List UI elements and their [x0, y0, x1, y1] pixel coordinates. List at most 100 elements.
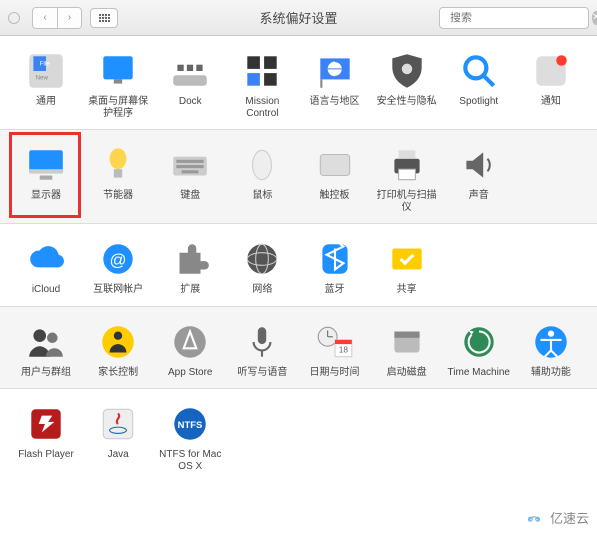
pref-general[interactable]: FileNew通用: [10, 50, 82, 119]
pref-accessibility[interactable]: 辅助功能: [515, 321, 587, 379]
ntfs-icon: NTFS: [169, 403, 211, 445]
pref-label: iCloud: [32, 284, 60, 296]
pref-label: 辅助功能: [531, 367, 571, 379]
preferences-window: ‹ › 系统偏好设置 ✕ FileNew通用桌面与屏幕保护程序DockMissi…: [0, 0, 597, 482]
datetime-icon: 18: [314, 321, 356, 363]
pref-label: 声音: [469, 190, 489, 202]
search-field[interactable]: ✕: [439, 7, 589, 29]
pref-language[interactable]: 语言与地区: [299, 50, 371, 119]
watermark-icon: [522, 510, 546, 526]
mouse-icon: [241, 144, 283, 186]
sharing-icon: [386, 238, 428, 280]
spotlight-icon: [458, 50, 500, 92]
sound-icon: [458, 144, 500, 186]
pref-label: 蓝牙: [325, 284, 345, 296]
pref-network[interactable]: 网络: [226, 238, 298, 296]
pref-label: 桌面与屏幕保护程序: [84, 96, 152, 119]
pref-label: 节能器: [103, 190, 133, 202]
search-input[interactable]: [450, 12, 592, 24]
pref-label: 扩展: [180, 284, 200, 296]
pref-label: 安全性与隐私: [377, 96, 437, 108]
pref-label: 网络: [252, 284, 272, 296]
accessibility-icon: [530, 321, 572, 363]
chevron-left-icon: ‹: [43, 12, 46, 23]
pref-label: NTFS for Mac OS X: [156, 449, 224, 472]
pref-mission[interactable]: Mission Control: [226, 50, 298, 119]
back-button[interactable]: ‹: [33, 8, 57, 28]
pref-security[interactable]: 安全性与隐私: [371, 50, 443, 119]
pref-notifications[interactable]: 通知: [515, 50, 587, 119]
pref-row-0: FileNew通用桌面与屏幕保护程序DockMission Control语言与…: [0, 36, 597, 129]
pref-ntfs[interactable]: NTFS NTFS for Mac OS X: [154, 403, 226, 472]
pref-label: Spotlight: [459, 96, 498, 108]
pref-label: 启动磁盘: [387, 367, 427, 379]
dock-icon: [169, 50, 211, 92]
keyboard-icon: [169, 144, 211, 186]
close-window-icon[interactable]: [8, 12, 20, 24]
startup-icon: [386, 321, 428, 363]
watermark-text: 亿速云: [550, 508, 589, 527]
nav-buttons: ‹ ›: [32, 7, 82, 29]
pref-desktop[interactable]: 桌面与屏幕保护程序: [82, 50, 154, 119]
pref-startup[interactable]: 启动磁盘: [371, 321, 443, 379]
pref-dictation[interactable]: 听写与语音: [226, 321, 298, 379]
pref-label: Java: [108, 449, 129, 461]
watermark: 亿速云: [522, 508, 589, 527]
pref-label: 打印机与扫描仪: [373, 190, 441, 213]
pref-java[interactable]: Java: [82, 403, 154, 472]
titlebar: ‹ › 系统偏好设置 ✕: [0, 0, 597, 36]
pref-icloud[interactable]: iCloud: [10, 238, 82, 296]
pref-row-1: 显示器节能器键盘鼠标触控板打印机与扫描仪声音: [0, 129, 597, 224]
pref-label: Mission Control: [228, 96, 296, 119]
pref-label: 语言与地区: [310, 96, 360, 108]
pref-internet[interactable]: @互联网帐户: [82, 238, 154, 296]
pref-row-3: 用户与群组家长控制 App Store 听写与语音 18 日期与时间 启动磁盘 Time M…: [0, 306, 597, 390]
network-icon: [241, 238, 283, 280]
svg-text:18: 18: [338, 344, 348, 354]
pref-datetime[interactable]: 18 日期与时间: [299, 321, 371, 379]
pref-label: 键盘: [180, 190, 200, 202]
pref-label: 通知: [541, 96, 561, 108]
forward-button[interactable]: ›: [57, 8, 81, 28]
pref-users[interactable]: 用户与群组: [10, 321, 82, 379]
clear-search-icon[interactable]: ✕: [592, 11, 597, 25]
pref-label: Flash Player: [18, 449, 74, 461]
svg-text:NTFS: NTFS: [178, 420, 203, 431]
printers-icon: [386, 144, 428, 186]
pref-label: App Store: [168, 367, 212, 379]
pref-sound[interactable]: 声音: [443, 144, 515, 213]
dictation-icon: [241, 321, 283, 363]
pref-dock[interactable]: Dock: [154, 50, 226, 119]
pref-row-2: iCloud @互联网帐户扩展 网络 蓝牙 共享: [0, 224, 597, 306]
pref-label: Time Machine: [448, 367, 510, 379]
pref-trackpad[interactable]: 触控板: [299, 144, 371, 213]
svg-text:New: New: [36, 74, 49, 81]
trackpad-icon: [314, 144, 356, 186]
pref-energy[interactable]: 节能器: [82, 144, 154, 213]
mission-icon: [241, 50, 283, 92]
pref-mouse[interactable]: 鼠标: [226, 144, 298, 213]
notifications-icon: [530, 50, 572, 92]
pref-bluetooth[interactable]: 蓝牙: [299, 238, 371, 296]
pref-label: 通用: [36, 96, 56, 108]
icloud-icon: [25, 238, 67, 280]
security-icon: [386, 50, 428, 92]
pref-keyboard[interactable]: 键盘: [154, 144, 226, 213]
pref-row-4: Flash Player Java NTFS NTFS for Mac OS X: [0, 389, 597, 482]
pref-sharing[interactable]: 共享: [371, 238, 443, 296]
pref-label: 日期与时间: [310, 367, 360, 379]
pref-appstore[interactable]: App Store: [154, 321, 226, 379]
pref-timemachine[interactable]: Time Machine: [443, 321, 515, 379]
users-icon: [25, 321, 67, 363]
pref-label: 鼠标: [252, 190, 272, 202]
language-icon: [314, 50, 356, 92]
show-all-button[interactable]: [90, 8, 118, 28]
pref-parental[interactable]: 家长控制: [82, 321, 154, 379]
pref-printers[interactable]: 打印机与扫描仪: [371, 144, 443, 213]
pref-flash[interactable]: Flash Player: [10, 403, 82, 472]
pref-spotlight[interactable]: Spotlight: [443, 50, 515, 119]
pref-extensions[interactable]: 扩展: [154, 238, 226, 296]
highlight-displays: [9, 132, 81, 218]
pref-label: Dock: [179, 96, 202, 108]
grid-icon: [99, 14, 110, 22]
